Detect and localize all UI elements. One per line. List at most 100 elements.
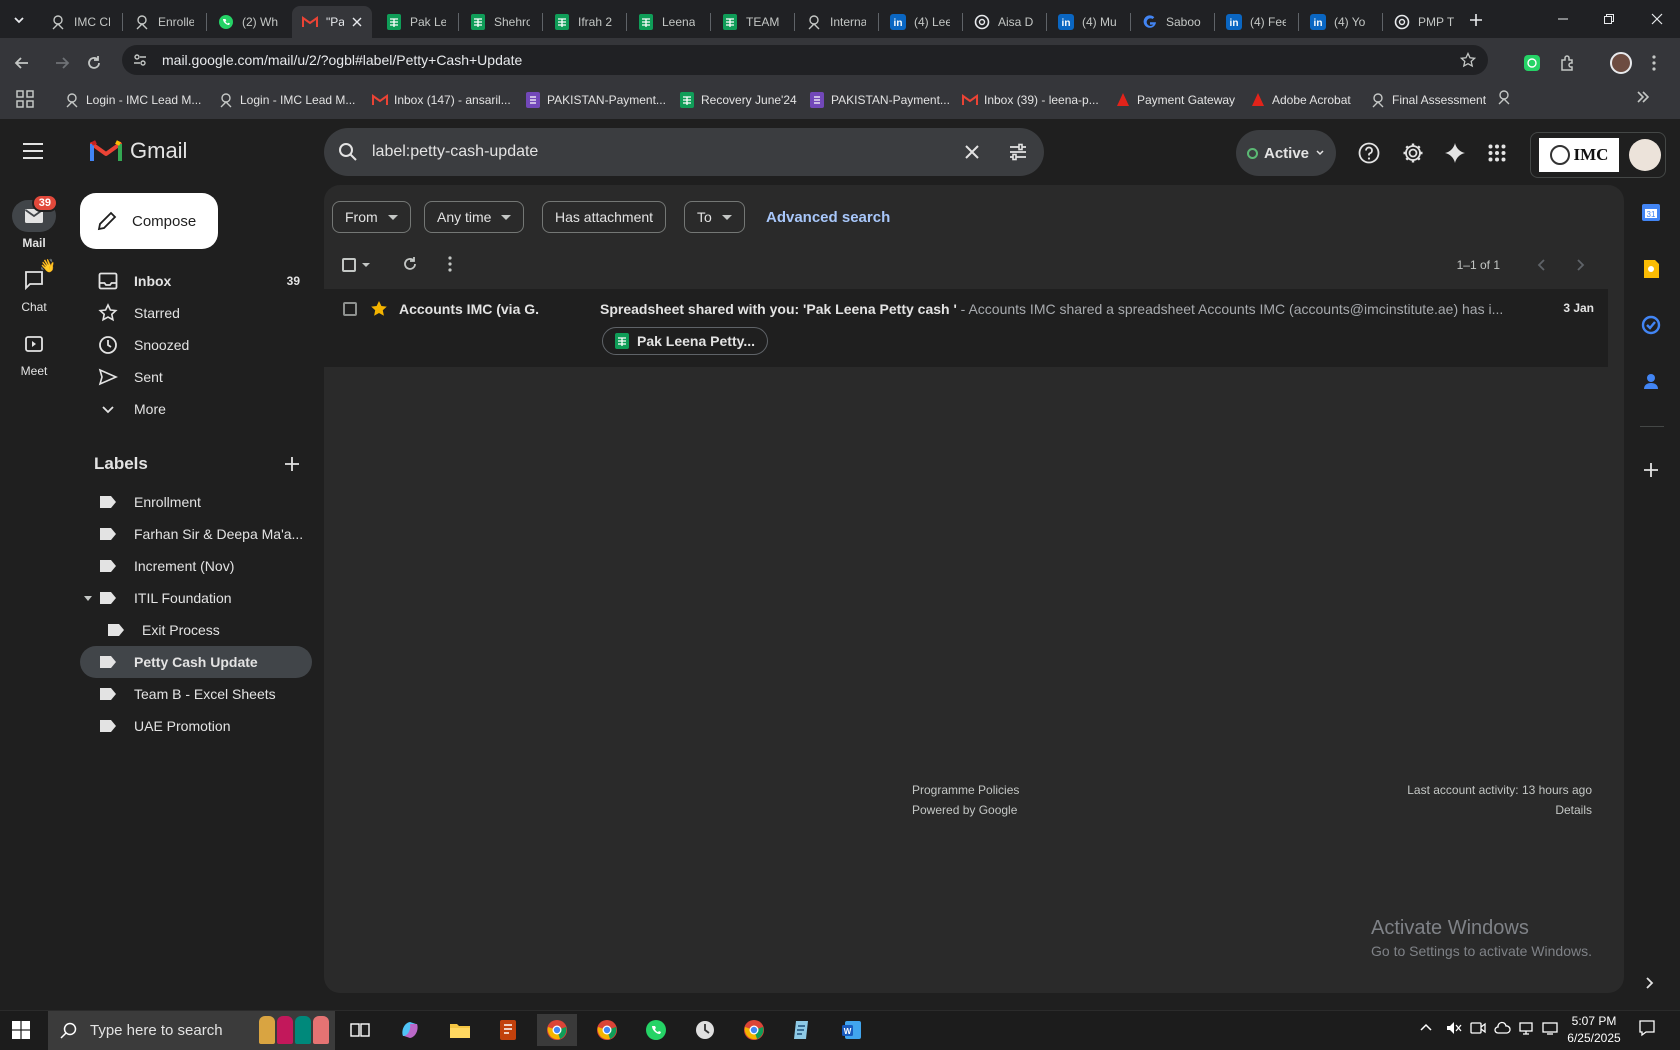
- advanced-search-link[interactable]: Advanced search: [766, 209, 890, 226]
- bookmark-item[interactable]: Recovery June'24: [679, 89, 797, 111]
- nav-item-inbox[interactable]: Inbox 39: [80, 265, 312, 297]
- nav-item-snoozed[interactable]: Snoozed: [80, 329, 312, 361]
- onedrive-button[interactable]: [1494, 1020, 1512, 1036]
- tab-4[interactable]: Pak Le: [376, 6, 456, 38]
- bookmark-item[interactable]: Inbox (147) - ansaril...: [372, 89, 511, 111]
- taskbar-file-explorer[interactable]: [440, 1014, 480, 1046]
- extensions-button[interactable]: [1552, 47, 1584, 79]
- tab-10[interactable]: in (4) Lee: [880, 6, 960, 38]
- label-item-6[interactable]: Team B - Excel Sheets: [80, 678, 312, 710]
- display-button[interactable]: [1542, 1020, 1558, 1036]
- tab-14[interactable]: in (4) Fee: [1216, 6, 1296, 38]
- tab-11[interactable]: Aisa D: [964, 6, 1044, 38]
- minimize-button[interactable]: [1540, 0, 1586, 38]
- activity-details-link[interactable]: Details: [1300, 803, 1592, 817]
- extension-whatsapp-button[interactable]: [1516, 47, 1548, 79]
- tab-3[interactable]: "Pa: [292, 6, 372, 38]
- profile-button[interactable]: [1605, 47, 1637, 79]
- address-bar[interactable]: mail.google.com/mail/u/2/?ogbl#label/Pet…: [122, 45, 1488, 75]
- older-page-button[interactable]: [1576, 258, 1586, 272]
- apps-grid-button[interactable]: [16, 90, 34, 108]
- filter-any-time-chip[interactable]: Any time: [424, 201, 525, 233]
- taskbar-app-alarm[interactable]: [685, 1014, 725, 1046]
- nav-item-sent[interactable]: Sent: [80, 361, 312, 393]
- settings-button[interactable]: [1402, 142, 1424, 164]
- main-menu-button[interactable]: [22, 142, 44, 160]
- nav-item-more[interactable]: More: [80, 393, 312, 425]
- label-item-4[interactable]: Exit Process: [80, 614, 312, 646]
- support-button[interactable]: [1358, 142, 1380, 164]
- notifications-button[interactable]: [1638, 1019, 1656, 1037]
- status-button[interactable]: Active: [1236, 130, 1336, 176]
- close-window-button[interactable]: [1634, 0, 1680, 38]
- show-side-panel-button[interactable]: [1645, 976, 1655, 990]
- bookmark-item[interactable]: PAKISTAN-Payment...: [525, 89, 666, 111]
- google-apps-button[interactable]: [1488, 144, 1506, 162]
- show-hidden-icons-button[interactable]: [1420, 1022, 1432, 1032]
- meet-now-button[interactable]: [1470, 1020, 1486, 1036]
- back-button[interactable]: [6, 47, 38, 79]
- tasks-panel-button[interactable]: [1641, 315, 1661, 335]
- taskbar-app[interactable]: [488, 1014, 528, 1046]
- calendar-panel-button[interactable]: 31: [1641, 202, 1661, 222]
- rail-chat[interactable]: 👋 Chat: [0, 258, 68, 314]
- tab-search-button[interactable]: [6, 8, 32, 32]
- tab-2[interactable]: (2) Wh: [208, 6, 288, 38]
- tab-1[interactable]: Enrolle: [124, 6, 204, 38]
- tab-13[interactable]: Saboo: [1132, 6, 1212, 38]
- bookmark-item[interactable]: Payment Gateway: [1115, 89, 1235, 111]
- taskbar-word[interactable]: W: [832, 1014, 872, 1046]
- close-tab-icon[interactable]: [352, 17, 362, 27]
- rail-mail[interactable]: 39 Mail: [0, 194, 68, 250]
- bookmark-overflow-item[interactable]: [1496, 89, 1512, 105]
- tab-6[interactable]: Ifrah 2: [544, 6, 624, 38]
- tab-5[interactable]: Shehro: [460, 6, 540, 38]
- task-view-button[interactable]: [340, 1014, 380, 1046]
- taskbar-notepad[interactable]: [782, 1014, 822, 1046]
- tab-16[interactable]: PMP T: [1384, 6, 1464, 38]
- tab-8[interactable]: TEAM: [712, 6, 792, 38]
- volume-button[interactable]: [1446, 1020, 1462, 1036]
- tab-0[interactable]: IMC CF: [40, 6, 120, 38]
- taskbar-chrome-active[interactable]: [537, 1014, 577, 1046]
- taskbar-copilot[interactable]: [390, 1014, 430, 1046]
- search-options-icon[interactable]: [1008, 142, 1028, 162]
- network-button[interactable]: [1518, 1020, 1534, 1036]
- bookmark-item[interactable]: Login - IMC Lead M...: [218, 89, 355, 111]
- taskbar-whatsapp[interactable]: [636, 1014, 676, 1046]
- refresh-button[interactable]: [402, 256, 418, 272]
- bookmark-item[interactable]: Login - IMC Lead M...: [64, 89, 201, 111]
- tab-9[interactable]: Interna: [796, 6, 876, 38]
- label-item-7[interactable]: UAE Promotion: [80, 710, 312, 742]
- bookmark-item[interactable]: PAKISTAN-Payment...: [809, 89, 950, 111]
- tab-12[interactable]: in (4) Mu: [1048, 6, 1128, 38]
- label-item-0[interactable]: Enrollment: [80, 486, 312, 518]
- clear-search-icon[interactable]: [962, 142, 982, 162]
- chrome-menu-button[interactable]: [1638, 47, 1670, 79]
- reload-button[interactable]: [78, 47, 110, 79]
- bookmarks-overflow-button[interactable]: [1636, 90, 1650, 104]
- filter-has-attachment-chip[interactable]: Has attachment: [542, 201, 667, 233]
- tab-15[interactable]: in (4) Yo: [1300, 6, 1380, 38]
- bookmark-item[interactable]: Final Assessment: [1370, 89, 1486, 111]
- caret-down-icon[interactable]: [84, 596, 92, 601]
- restore-button[interactable]: [1586, 0, 1632, 38]
- search-icon[interactable]: [338, 142, 358, 162]
- programme-policies-link[interactable]: Programme Policies: [912, 783, 1019, 797]
- newer-page-button[interactable]: [1536, 258, 1546, 272]
- site-info-icon[interactable]: [132, 52, 148, 68]
- label-item-2[interactable]: Increment (Nov): [80, 550, 312, 582]
- forward-button[interactable]: [46, 47, 78, 79]
- filter-to-chip[interactable]: To: [684, 201, 745, 233]
- taskbar-chrome-2[interactable]: [734, 1014, 774, 1046]
- search-input[interactable]: label:petty-cash-update: [372, 143, 538, 161]
- account-button[interactable]: IMC: [1530, 132, 1666, 178]
- gemini-button[interactable]: [1444, 142, 1466, 164]
- attachment-chip[interactable]: Pak Leena Petty...: [602, 327, 769, 355]
- bookmark-item[interactable]: Adobe Acrobat: [1250, 89, 1351, 111]
- filter-from-chip[interactable]: From: [332, 201, 411, 233]
- compose-button[interactable]: Compose: [80, 193, 218, 249]
- taskbar-chrome[interactable]: [587, 1014, 627, 1046]
- keep-panel-button[interactable]: [1641, 259, 1661, 279]
- start-button[interactable]: [12, 1021, 30, 1039]
